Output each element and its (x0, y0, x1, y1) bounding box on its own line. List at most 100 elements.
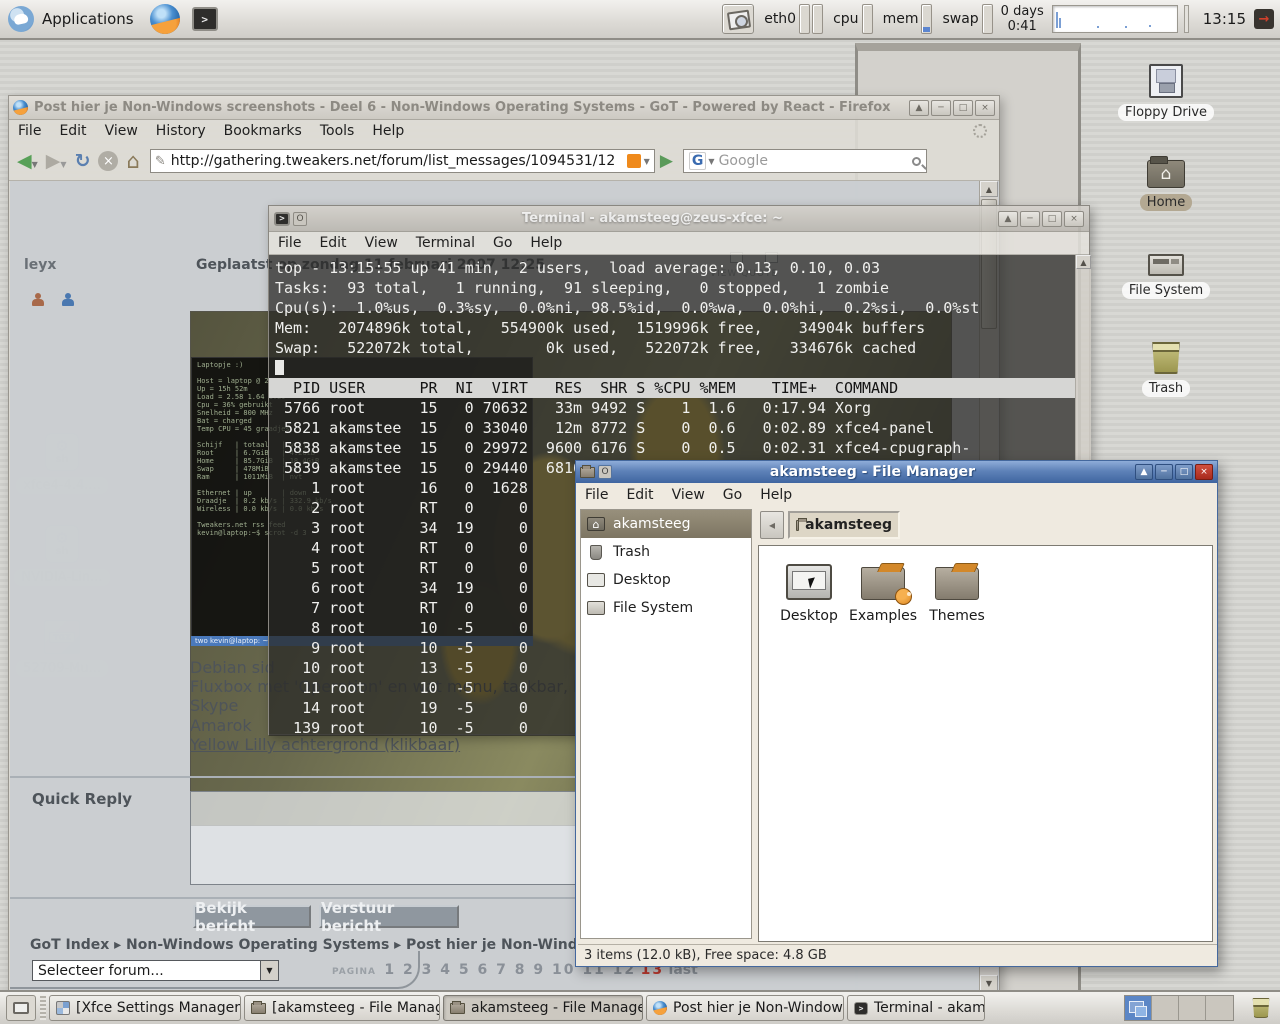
back-button[interactable]: ◀▼ (17, 150, 38, 172)
menu-go[interactable]: Go (714, 484, 751, 506)
terminal-tab-icon: O (293, 211, 307, 226)
menu-edit[interactable]: Edit (310, 232, 355, 254)
workspace-3[interactable] (1179, 996, 1206, 1020)
menu-help[interactable]: Help (751, 484, 801, 506)
screenshot-tool-button[interactable] (722, 4, 755, 34)
desktop-icon-floppy-drive[interactable]: Floppy Drive (1117, 64, 1215, 121)
rss-icon[interactable] (626, 154, 641, 168)
search-bar[interactable]: G ▼ Google (682, 149, 927, 173)
file-manager-titlebar[interactable]: O akamsteeg - File Manager ▲ ─ □ × (576, 461, 1217, 483)
shade-button[interactable]: ▲ (998, 210, 1018, 227)
minimize-button[interactable]: ─ (1155, 464, 1173, 480)
task-button-terminal[interactable]: > Terminal - akamsteeg@z... (847, 995, 985, 1021)
scroll-down-button[interactable]: ▼ (980, 975, 998, 991)
menu-help[interactable]: Help (363, 120, 413, 142)
minimize-button[interactable]: ─ (931, 99, 951, 116)
url-bar[interactable]: ✎ http://gathering.tweakers.net/forum/li… (149, 149, 655, 173)
user-icon[interactable] (30, 293, 46, 307)
terminal-titlebar[interactable]: > O Terminal - akamsteeg@zeus-xfce: ~ ▲ … (269, 206, 1089, 232)
go-button[interactable]: ▶ (660, 151, 673, 171)
desktop: ⚙sh xfce4-4.4.... ⚙sh NVIDIA-Lin... TGZ … (0, 0, 1280, 1024)
desktop-icon-file-system[interactable]: File System (1118, 254, 1214, 299)
view-message-button[interactable]: Bekijk bericht (193, 899, 311, 935)
menu-go[interactable]: Go (484, 232, 521, 254)
google-logo-icon[interactable]: G (688, 152, 707, 170)
menu-file[interactable]: File (269, 232, 310, 254)
floppy-icon (1149, 64, 1183, 98)
menu-view[interactable]: View (356, 232, 407, 254)
task-button-label: [Xfce Settings Manager] (76, 1000, 241, 1016)
task-button-firefox[interactable]: Post hier je Non-Windows... (646, 995, 844, 1021)
sidebar-item-home[interactable]: ⌂ akamsteeg (581, 510, 751, 538)
menu-edit[interactable]: Edit (617, 484, 662, 506)
forward-button[interactable]: ▶▼ (46, 150, 67, 172)
file-item-themes[interactable]: Themes (924, 564, 990, 624)
magnifier-icon[interactable] (911, 156, 921, 166)
close-button[interactable]: × (1064, 210, 1084, 227)
scroll-up-button[interactable]: ▲ (1076, 255, 1091, 269)
logout-icon[interactable]: → (1254, 9, 1274, 29)
stop-button[interactable]: × (98, 151, 119, 171)
task-button-label: Post hier je Non-Windows... (673, 1000, 843, 1016)
file-manager-view[interactable]: Desktop Examples Themes (758, 545, 1213, 942)
menu-tools[interactable]: Tools (311, 120, 364, 142)
close-button[interactable]: × (975, 99, 995, 116)
applications-menu[interactable]: Applications (42, 10, 134, 28)
shade-button[interactable]: ▲ (1135, 464, 1153, 480)
workspace-4[interactable] (1206, 996, 1233, 1020)
task-button-file-manager[interactable]: akamsteeg - File Manager (443, 995, 643, 1021)
reload-button[interactable]: ↻ (75, 150, 91, 172)
menu-edit[interactable]: Edit (50, 120, 95, 142)
menu-view[interactable]: View (96, 120, 147, 142)
taskbar-handle[interactable] (40, 996, 46, 1020)
url-dropdown-icon[interactable]: ▼ (644, 157, 650, 166)
minimize-button[interactable]: ─ (1020, 210, 1040, 227)
terminal-launcher-icon[interactable]: > (191, 7, 218, 31)
show-desktop-button[interactable] (6, 995, 36, 1021)
menu-file[interactable]: File (9, 120, 50, 142)
sidebar-item-trash[interactable]: Trash (581, 538, 751, 566)
file-item-desktop[interactable]: Desktop (776, 564, 842, 624)
quick-reply-label: Quick Reply (32, 790, 133, 808)
send-message-button[interactable]: Verstuur bericht (319, 899, 459, 935)
drive-icon (1148, 254, 1184, 276)
file-manager-menu-icon: O (598, 465, 612, 479)
task-button-file-manager-min[interactable]: [akamsteeg - File Manag... (244, 995, 440, 1021)
task-button-xfce-settings[interactable]: [Xfce Settings Manager] (49, 995, 241, 1021)
path-button[interactable]: akamsteeg (788, 511, 900, 539)
menu-history[interactable]: History (147, 120, 215, 142)
menu-help[interactable]: Help (521, 232, 571, 254)
sidebar-item-desktop[interactable]: Desktop (581, 566, 751, 594)
home-button[interactable]: ⌂ (126, 149, 139, 173)
search-dropdown-icon[interactable]: ▼ (708, 157, 714, 166)
xfce-menu-icon[interactable] (8, 6, 34, 32)
maximize-button[interactable]: □ (1175, 464, 1193, 480)
shade-button[interactable]: ▲ (909, 99, 929, 116)
firefox-window-icon (13, 100, 28, 115)
trash-icon (1152, 342, 1180, 374)
workspace-pager[interactable] (1124, 995, 1234, 1021)
sidebar-item-file-system[interactable]: File System (581, 594, 751, 622)
workspace-1[interactable] (1125, 996, 1152, 1020)
folder-icon (251, 1000, 266, 1014)
firefox-launcher-icon[interactable] (149, 4, 180, 34)
scroll-up-button[interactable]: ▲ (980, 181, 998, 197)
workspace-2[interactable] (1152, 996, 1179, 1020)
menu-terminal[interactable]: Terminal (407, 232, 484, 254)
file-item-examples[interactable]: Examples (849, 564, 917, 624)
back-button[interactable]: ◂ (760, 511, 784, 539)
maximize-button[interactable]: □ (953, 99, 973, 116)
post-author[interactable]: leyx (24, 257, 56, 273)
close-button[interactable]: × (1195, 464, 1213, 480)
post-line: Amarok (190, 716, 252, 735)
maximize-button[interactable]: □ (1042, 210, 1062, 227)
firefox-titlebar[interactable]: Post hier je Non-Windows screenshots - D… (9, 96, 999, 120)
desktop-icon-home[interactable]: ⌂ Home (1118, 156, 1214, 211)
menu-view[interactable]: View (663, 484, 714, 506)
menu-file[interactable]: File (576, 484, 617, 506)
quick-reply-textarea[interactable] (190, 791, 577, 885)
menu-bookmarks[interactable]: Bookmarks (215, 120, 311, 142)
taskbar-trash-icon[interactable] (1252, 998, 1270, 1018)
user-message-icon[interactable] (60, 293, 76, 307)
desktop-icon-trash[interactable]: Trash (1118, 342, 1214, 397)
